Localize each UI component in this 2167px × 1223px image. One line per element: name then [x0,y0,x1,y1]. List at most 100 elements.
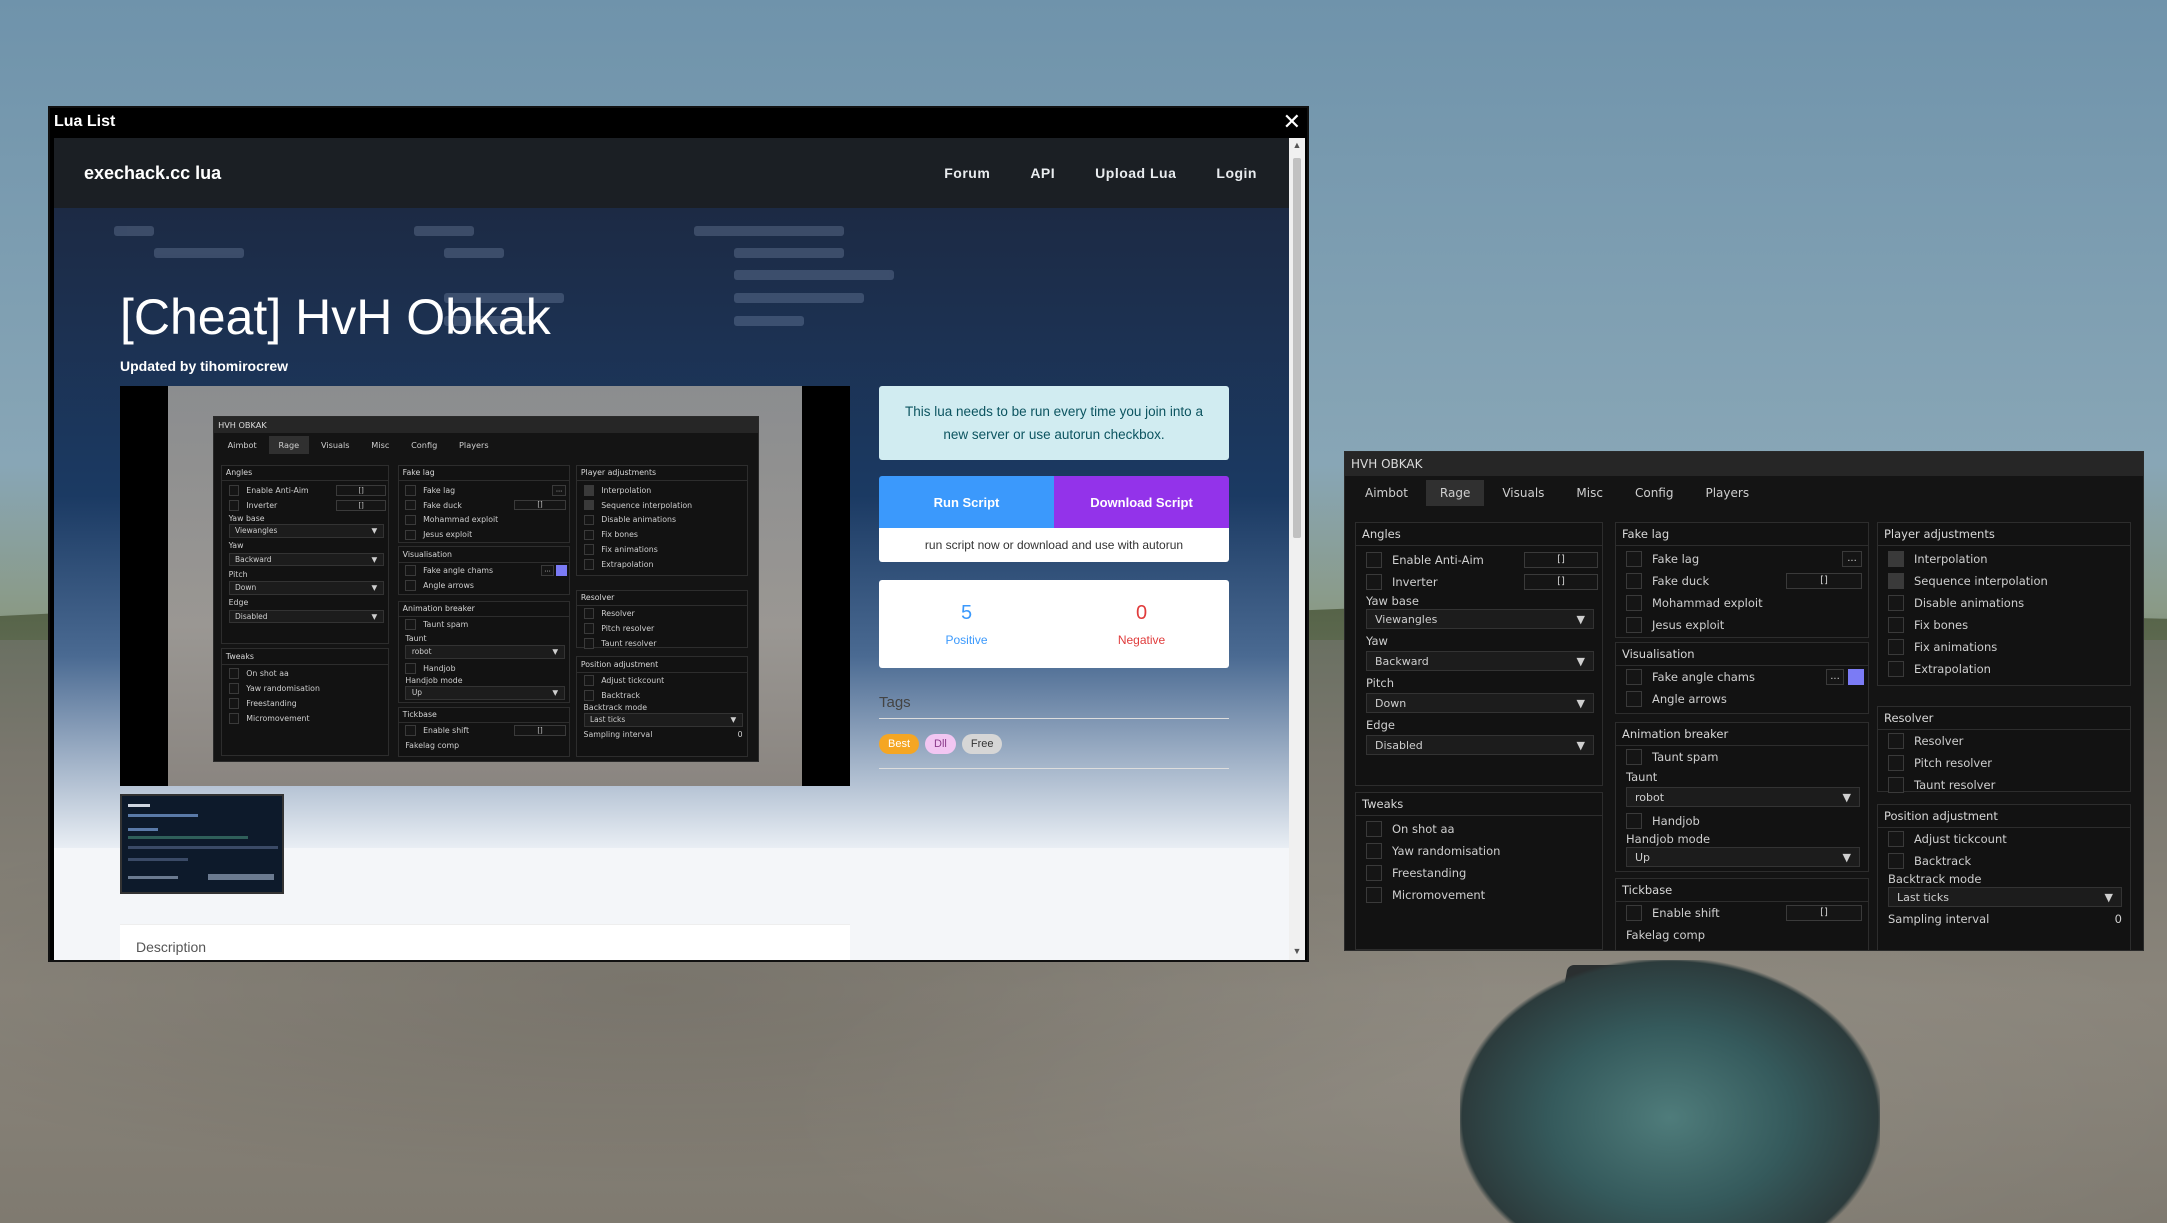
tweak-0-checkbox[interactable] [1366,821,1382,837]
fakelag-more-button[interactable]: ... [552,484,566,496]
tab-players[interactable]: Players [450,436,499,454]
tag-best[interactable]: Best [879,734,920,754]
resolver-0-checkbox[interactable] [583,608,595,620]
fakelag-1[interactable]: Fake duck [1626,571,1796,591]
angle-arrows-checkbox[interactable] [1626,691,1642,707]
resolver-2-checkbox[interactable] [583,638,595,650]
tweak-1[interactable]: Yaw randomisation [228,682,345,696]
taunt-spam-checkbox[interactable] [1626,749,1642,765]
tab-config[interactable]: Config [402,436,447,454]
player-adj-5[interactable]: Extrapolation [1888,659,2058,679]
fakelag-3[interactable]: Jesus exploit [405,528,521,542]
tweak-2-checkbox[interactable] [228,698,240,710]
fakelag-1[interactable]: Fake duck [405,498,521,512]
fake-angle-chams[interactable]: Fake angle chams [405,564,521,578]
tab-aimbot[interactable]: Aimbot [218,436,266,454]
tweak-0-checkbox[interactable] [228,668,240,680]
script-screenshot[interactable]: HVH OBKAK Aimbot Rage Visuals Misc Config Play… [120,386,850,786]
fakelag-3-checkbox[interactable] [405,529,417,541]
player-adj-1[interactable]: Sequence interpolation [583,498,700,512]
handjob-checkbox[interactable] [405,662,417,674]
player-adj-4-checkbox[interactable] [1888,639,1904,655]
inverter[interactable]: Inverter [1366,572,1536,592]
enable-shift-key[interactable]: [] [514,725,566,737]
resolver-1-checkbox[interactable] [1888,755,1904,771]
taunt-spam-checkbox[interactable] [405,619,417,631]
tweak-2-checkbox[interactable] [1366,865,1382,881]
vote-negative[interactable]: 0 Negative [1054,580,1229,668]
fake-angle-chams[interactable]: Fake angle chams [1626,667,1796,687]
chams-more-button[interactable]: ... [541,564,554,576]
fakelag-2-checkbox[interactable] [1626,595,1642,611]
tweak-1[interactable]: Yaw randomisation [1366,841,1536,861]
resolver-1-checkbox[interactable] [583,623,595,635]
tab-players[interactable]: Players [1691,480,1763,506]
taunt-select[interactable]: robot ▼ [405,645,565,659]
inverter-key[interactable]: [] [1524,574,1598,590]
player-adj-0-checkbox[interactable] [1888,551,1904,567]
tweak-2[interactable]: Freestanding [228,697,345,711]
resolver-1[interactable]: Pitch resolver [1888,753,2058,773]
player-adj-3-checkbox[interactable] [583,529,595,541]
chams-more-button[interactable]: ... [1826,669,1844,685]
edge-select[interactable]: Disabled ▼ [228,609,384,624]
handjob[interactable]: Handjob [1626,811,1796,831]
enable-antiaim[interactable]: Enable Anti-Aim [1366,550,1536,570]
screenshot-thumbnail[interactable] [120,794,284,894]
resolver-2-checkbox[interactable] [1888,777,1904,793]
resolver-2[interactable]: Taunt resolver [1888,775,2058,795]
run-script-button[interactable]: Run Script [879,476,1054,528]
tweak-3-checkbox[interactable] [228,713,240,724]
player-adj-3[interactable]: Fix bones [1888,615,2058,635]
player-adj-1-checkbox[interactable] [1888,573,1904,589]
tweak-3-checkbox[interactable] [1366,887,1382,903]
backtrack-mode-select[interactable]: Last ticks ▼ [583,713,743,727]
fakelag-0[interactable]: Fake lag [405,483,521,497]
fakelag-2-checkbox[interactable] [405,514,417,526]
adjust-tickcount[interactable]: Adjust tickcount [583,674,700,688]
backtrack[interactable]: Backtrack [1888,851,2058,871]
yaw-base-select[interactable]: Viewangles ▼ [1366,609,1594,629]
enable-antiaim-checkbox[interactable] [228,485,240,497]
resolver-1[interactable]: Pitch resolver [583,622,700,636]
tab-misc[interactable]: Misc [1562,480,1617,506]
vote-positive[interactable]: 5 Positive [879,580,1054,668]
player-adj-5[interactable]: Extrapolation [583,558,700,572]
enable-antiaim-key[interactable]: [] [336,485,387,497]
taunt-spam[interactable]: Taunt spam [1626,747,1796,767]
backtrack-checkbox[interactable] [1888,853,1904,869]
close-icon[interactable]: ✕ [1283,111,1301,133]
enable-antiaim-checkbox[interactable] [1366,552,1382,568]
tweak-1-checkbox[interactable] [228,683,240,695]
tag-dll[interactable]: Dll [925,734,956,754]
fake-angle-chams-checkbox[interactable] [405,564,417,576]
player-adj-1[interactable]: Sequence interpolation [1888,571,2058,591]
chams-color-swatch[interactable] [556,564,568,576]
tag-free[interactable]: Free [961,734,1003,754]
fakelag-0-checkbox[interactable] [405,484,417,496]
tab-config[interactable]: Config [1621,480,1688,506]
player-adj-0[interactable]: Interpolation [583,483,700,497]
inverter-key[interactable]: [] [336,500,387,512]
player-adj-2-checkbox[interactable] [583,514,595,526]
fakeduck-key[interactable]: [] [514,499,566,511]
yaw-select[interactable]: Backward ▼ [1366,651,1594,671]
player-adj-4-checkbox[interactable] [583,544,595,556]
handjob-mode-select[interactable]: Up ▼ [1626,847,1860,867]
fakeduck-key[interactable]: [] [1786,573,1862,589]
tab-rage[interactable]: Rage [268,436,309,454]
angle-arrows[interactable]: Angle arrows [405,578,521,592]
enable-shift-checkbox[interactable] [1626,905,1642,921]
tweak-3[interactable]: Micromovement [228,712,345,726]
fakelag-0[interactable]: Fake lag [1626,549,1796,569]
fakelag-3[interactable]: Jesus exploit [1626,615,1796,635]
sampling-interval[interactable]: Sampling interval 0 [584,729,743,740]
tab-misc[interactable]: Misc [362,436,399,454]
fakelag-0-checkbox[interactable] [1626,551,1642,567]
player-adj-0[interactable]: Interpolation [1888,549,2058,569]
tweak-0[interactable]: On shot aa [1366,819,1536,839]
nav-forum[interactable]: Forum [944,165,990,181]
yaw-select[interactable]: Backward ▼ [228,552,384,567]
inverter-checkbox[interactable] [228,500,240,512]
pitch-select[interactable]: Down ▼ [1366,693,1594,713]
